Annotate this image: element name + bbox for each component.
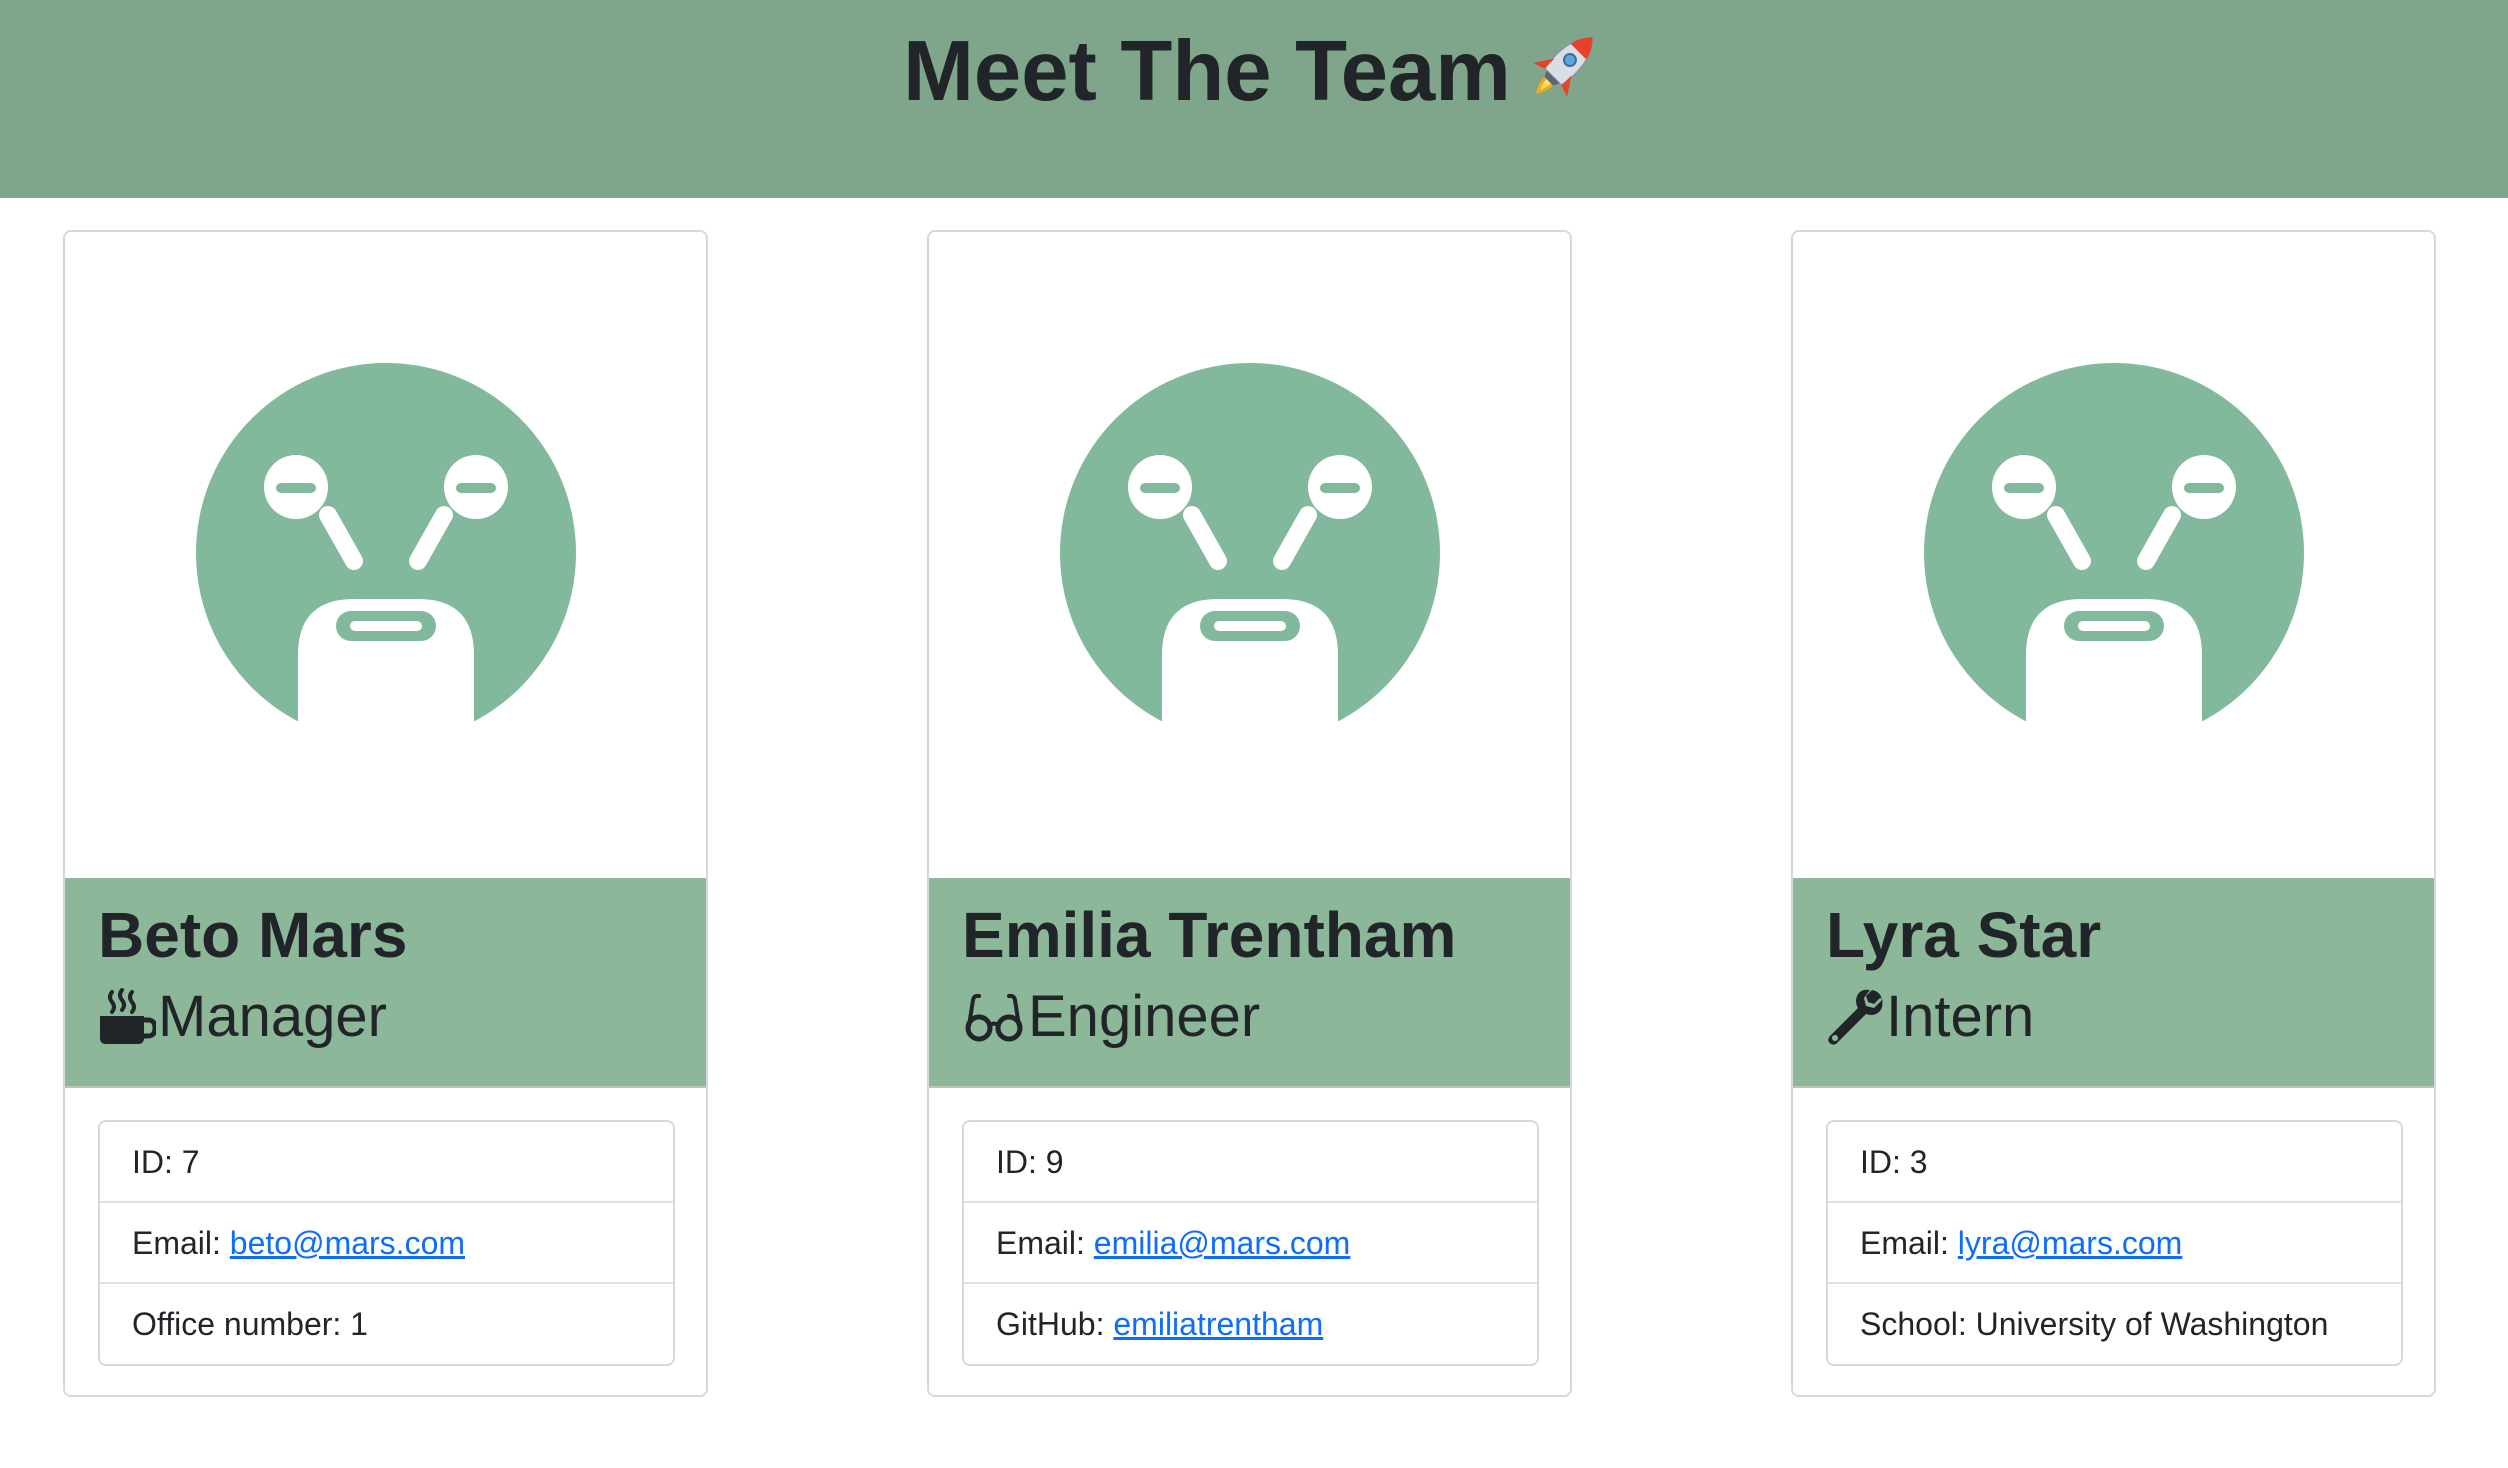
rocket-icon [1533,36,1594,97]
employee-card: Beto Mars Manager ID: 7 Email: beto@mars… [63,230,708,1397]
employee-name: Lyra Star [1826,899,2102,971]
email-link[interactable]: emilia@mars.com [1094,1225,1351,1261]
page-title: Meet The Team [0,22,2508,122]
employee-id: ID: 9 [964,1122,1537,1203]
email-link[interactable]: lyra@mars.com [1958,1225,2183,1261]
page-title-text: Meet The Team [903,24,1511,119]
employee-email: Email: lyra@mars.com [1828,1203,2401,1284]
employee-email: Email: beto@mars.com [100,1203,673,1284]
office-number-label: Office number: [132,1306,351,1342]
wrench-icon [1828,989,1883,1045]
employee-role-label: Intern [1886,984,2035,1049]
github-link[interactable]: emiliatrentham [1113,1306,1323,1342]
email-label: Email: [132,1225,230,1261]
email-label: Email: [1860,1225,1958,1261]
avatar-robot-image [1924,363,2304,743]
employee-id: ID: 7 [100,1122,673,1203]
employee-info-list: ID: 3 Email: lyra@mars.com School: Unive… [1826,1120,2403,1366]
avatar-container [65,232,706,878]
avatar-robot-image [1060,363,1440,743]
employee-role: Manager [98,982,387,1052]
employee-role: Engineer [962,982,1260,1052]
employee-name: Emilia Trentham [962,899,1457,971]
employee-info-list: ID: 9 Email: emilia@mars.com GitHub: emi… [962,1120,1539,1366]
coffee-mug-icon [100,988,156,1044]
avatar-robot-image [196,363,576,743]
glasses-icon [965,993,1023,1042]
card-header: Lyra Star Intern [1793,878,2434,1088]
employee-card: Lyra Star Intern ID: 3 Email: lyra@mars.… [1791,230,2436,1397]
avatar-container [929,232,1570,878]
employee-role-label: Engineer [1028,984,1261,1049]
email-label: Email: [996,1225,1094,1261]
employee-id: ID: 3 [1828,1122,2401,1203]
employee-office-number: Office number: 1 [100,1284,673,1364]
card-header: Emilia Trentham Engineer [929,878,1570,1088]
employee-github: GitHub: emiliatrentham [964,1284,1537,1364]
school-label: School: [1860,1306,1976,1342]
employee-name: Beto Mars [98,899,408,971]
employee-role: Intern [1826,982,2034,1052]
school-value: University of Washington [1975,1306,2329,1342]
email-link[interactable]: beto@mars.com [230,1225,465,1261]
employee-school: School: University of Washington [1828,1284,2401,1364]
page-header: Meet The Team [0,0,2508,198]
avatar-container [1793,232,2434,878]
office-number-value: 1 [350,1306,368,1342]
card-header: Beto Mars Manager [65,878,706,1088]
employee-role-label: Manager [158,984,387,1049]
github-label: GitHub: [996,1306,1114,1342]
employee-card: Emilia Trentham Engineer ID: 9 Email: em… [927,230,1572,1397]
employee-email: Email: emilia@mars.com [964,1203,1537,1284]
employee-info-list: ID: 7 Email: beto@mars.com Office number… [98,1120,675,1366]
